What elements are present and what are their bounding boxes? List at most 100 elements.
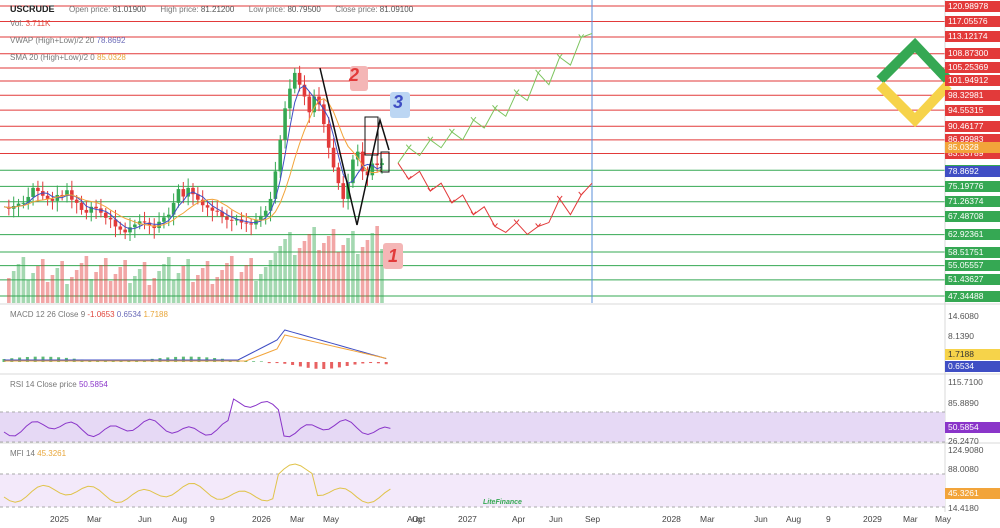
x-tick-label: Oct [412,514,426,524]
macd-histogram-bar [337,362,341,368]
symbol-title: USCRUDE [10,4,55,14]
open-label: Open price: [68,5,111,14]
bullish-forecast-path-arrow [492,105,498,110]
x-tick-label: Mar [290,514,305,524]
mfi-legend: MFI 14 45.3261 [10,449,66,458]
volume-bar [225,263,229,303]
low-value: 80.79500 [287,5,321,14]
volume-bar [55,268,60,303]
candle-body [79,202,84,210]
macd-histogram-bar [384,362,388,365]
x-tick-label: 2025 [50,514,69,524]
volume-bar [210,284,215,303]
volume-bar [331,229,336,303]
price-legend: USCRUDE Open price: 81.01900 High price:… [10,4,413,14]
volume-bar [133,276,137,303]
x-tick-label: Apr [512,514,526,524]
x-tick-label: 2026 [252,514,271,524]
macd-signal-line [4,334,387,362]
volume-bar [346,238,350,303]
volume-bar [336,252,341,303]
volume-bar [312,227,316,303]
support-tag: 62.92361 [945,229,1000,241]
resistance-tag: 105.25369 [945,62,1000,74]
vwap-legend: VWAP (High+Low)/2 20 78.8692 [10,36,125,45]
volume-bar [302,241,307,303]
candle-body [225,216,229,220]
macd-legend: MACD 12 26 Close 9 -1.0653 0.6534 1.7188 [10,310,168,319]
bearish-forecast-path-arrow [470,211,477,216]
volume-bar [288,232,292,303]
mfi-axis-label: 88.0080 [948,463,979,474]
bullish-forecast-path-arrow [405,144,412,149]
volume-bar [103,258,108,303]
volume-bar [234,279,239,303]
macd-histogram-bar [275,362,279,364]
x-tick-label: Aug [172,514,188,524]
macd-histogram-bar [314,362,318,369]
x-tick-label: 2029 [863,514,882,524]
macd-histogram-bar [291,362,295,365]
candle-body [191,187,195,195]
candle-body [259,215,263,221]
macd-histogram-bar [306,362,310,368]
volume-bar [162,264,166,303]
support-tag: 75.19776 [945,180,1000,192]
candle-body [31,187,35,197]
macd-value-1: -1.0653 [87,310,115,319]
volume-bar [215,277,220,303]
bearish-forecast-path [397,162,593,236]
vwap-label: VWAP (High+Low)/2 20 [10,36,95,45]
support-tag: 67.48708 [945,211,1000,223]
forecast-paths [397,33,593,236]
candle-body [118,226,123,230]
volume-bar [229,256,234,303]
x-tick-label: 9 [826,514,831,524]
macd-histogram-bar [298,362,302,367]
sma-legend: SMA 20 (High+Low)/2 0 85.0328 [10,53,126,62]
volume-bar [307,234,312,303]
annotation-3: 3 [393,92,404,112]
volume-bar [375,226,379,303]
volume-bar [26,280,31,303]
x-tick-label: Jun [138,514,152,524]
candle-body [249,223,253,225]
volume-bar [283,239,287,303]
volume-bar [21,257,26,303]
candle-body [133,224,137,228]
mfi-band [0,474,945,507]
macd-value-2: 0.6534 [116,310,142,319]
x-tick-label: Jun [754,514,768,524]
indicator-panes [0,329,945,508]
x-tick-label: May [935,514,952,524]
macd-histogram-bar [353,362,357,365]
volume-bar [181,266,186,303]
resistance-tag: 101.94912 [945,75,1000,87]
macd-histogram-bar [376,362,380,364]
candle-body [162,217,166,222]
candle-body [108,217,113,220]
rsi-label: RSI 14 Close price [10,380,77,389]
volume-bar [166,257,171,303]
volume-bar [45,282,50,303]
macd-histogram-bar [283,362,287,364]
bullish-forecast-path-arrow [513,89,520,94]
volume-bar [176,273,181,303]
volume-bar [11,271,16,303]
volume-bar [365,240,370,303]
resistance-tag: 108.87300 [945,48,1000,60]
macd-axis-label: 8.1390 [948,330,974,341]
volume-bar [326,236,331,303]
volume-bar [70,277,74,303]
volume-bar [108,281,113,303]
candle-body [341,183,346,199]
x-tick-label: Mar [87,514,102,524]
rsi-axis-label: 115.7100 [948,376,983,387]
candle-body [210,207,215,211]
candle-body [307,96,312,113]
vol-value: 3.711K [25,19,51,28]
macd-histogram-bar [361,362,365,364]
volume-bar [351,231,355,303]
candle-body [123,229,127,233]
volume-bar [74,270,79,303]
